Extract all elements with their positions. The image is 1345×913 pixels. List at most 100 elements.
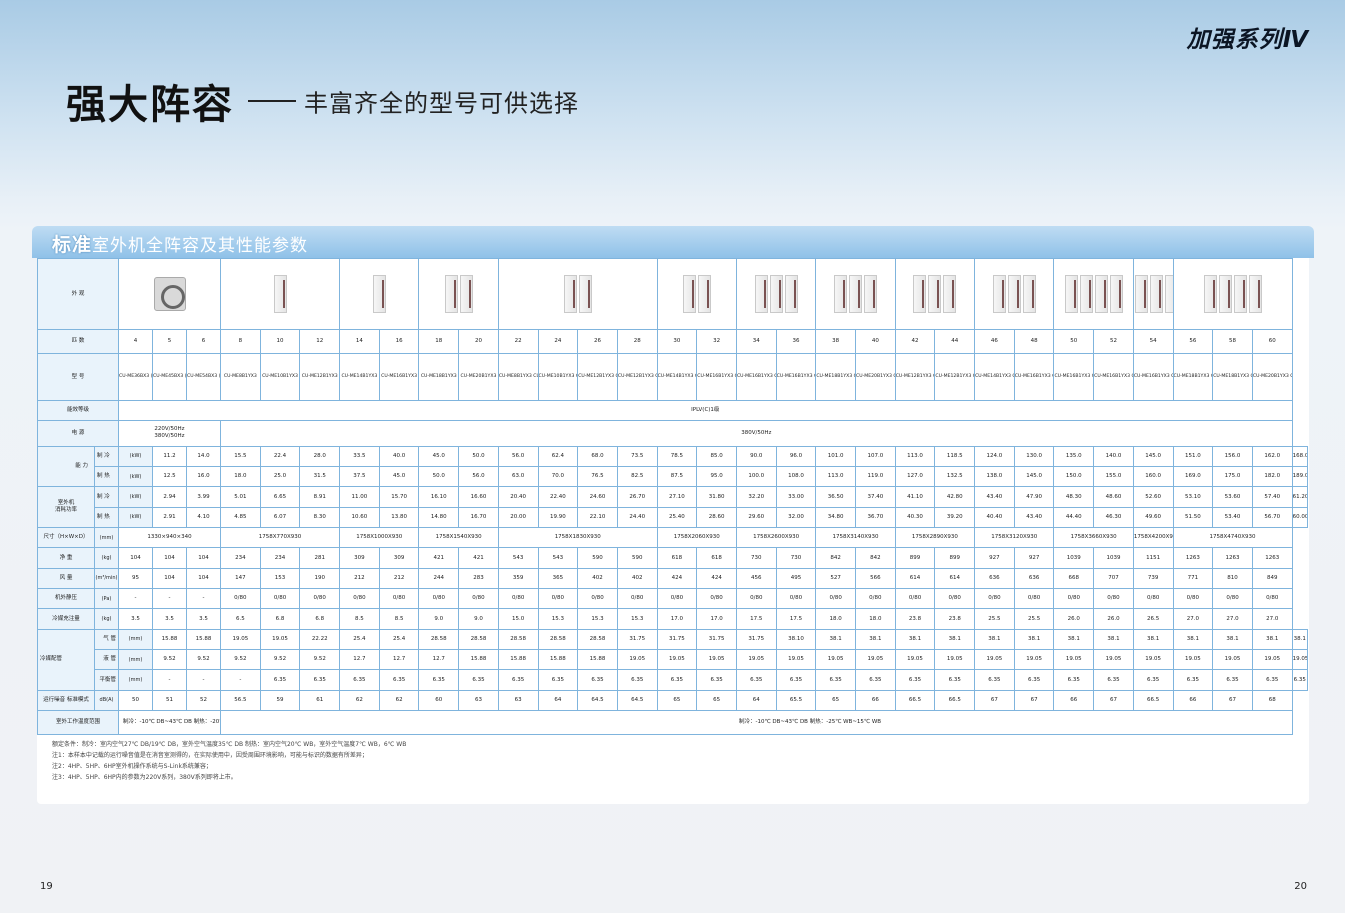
value-cell: 0/80 [339,588,380,610]
value-cell: 73.5 [616,445,658,468]
value-cell: 44.40 [1053,506,1095,529]
value-cell: 95 [118,567,153,590]
value-cell: 58 [1212,329,1253,354]
value-cell: 31.75 [656,628,698,651]
page-title: 强大阵容 丰富齐全的型号可供选择 [66,72,579,130]
value-cell: 927 [974,547,1015,569]
value-cell: 14.80 [418,506,460,529]
value-cell: 67 [1013,689,1055,712]
value-cell: 28.0 [299,445,341,468]
value-cell: 53.10 [1172,486,1214,508]
value-cell: 421 [458,547,499,569]
model-cell: CU-ME20B1YX3 [458,352,499,402]
value-cell: 17.5 [775,608,817,630]
outdoor-unit-icon [1164,275,1173,314]
model-cell: CU-ME16B1YX3 CU-ME18B1YX3 [735,352,777,402]
value-cell: 65 [815,689,857,712]
value-cell: 28.58 [418,628,460,651]
value-cell: 19.05 [1013,649,1055,671]
value-cell: 17.0 [696,608,737,630]
value-cell: 6.35 [855,669,896,691]
value-cell: 15.3 [577,608,618,630]
value-cell: 15.88 [537,649,579,671]
value-cell: 9.0 [418,608,460,630]
series-logo: 加强系列Ⅳ [1186,27,1309,53]
value-cell: 6.35 [339,669,380,691]
value-cell: 65.5 [775,689,817,712]
value-cell: 15.70 [378,486,420,508]
value-cell: 4 [118,329,153,354]
value-cell: 15.88 [458,649,499,671]
label-heating: 制 热 [94,506,119,529]
value-cell: 19.05 [259,628,301,651]
value-cell: 5 [152,329,187,354]
value-cell: 68 [1251,689,1293,712]
value-cell: 6.35 [299,669,341,691]
value-cell: 49.60 [1132,506,1174,529]
value-cell: 16.70 [458,506,499,529]
value-cell: 8.5 [339,608,380,630]
value-cell: 38.1 [1093,628,1134,651]
value-cell: 3.5 [118,608,153,630]
value-cell: 1039 [1093,547,1134,569]
value-cell: 618 [696,547,737,569]
table-row: 室外工作温度范围制冷：-10℃ DB~43℃ DB 制热：-20℃ WB~15℃… [37,710,1308,735]
value-cell: 42.80 [934,486,976,508]
unit-pa: (Pa) [94,588,119,610]
value-cell: 66 [1053,689,1095,712]
table-row: 运行噪音 标准模式 dB(A) 50 51 52 56.5 59 61 62 62 60 63 63 64… [37,689,1308,712]
value-cell: 18.0 [815,608,857,630]
table-row: 制 热 (kW) 12.5 16.0 18.0 25.0 31.5 37.5 45.0 50.0 5… [38,465,1309,488]
value-cell: 3.5 [186,608,221,630]
value-cell: 19.05 [1093,649,1134,671]
value-cell: - [186,669,221,691]
value-cell: 19.05 [1172,649,1214,671]
value-cell: - [186,588,221,610]
model-cell: CU-ME16B1YX3 [378,352,420,402]
model-cell: CU-ME12B1YX3 CU-ME16B1YX3 [616,352,658,402]
value-cell: 50.0 [418,465,460,488]
value-cell: 62.4 [537,445,579,468]
title-dash [248,100,296,102]
model-cell: CU-ME12B1YX3 CU-ME16B1YX3 CU-ME16B1YX3 [934,352,976,402]
value-cell: 899 [894,547,936,569]
value-cell: 96.0 [775,445,817,468]
model-cell: CU-ME16B1YX3 CU-ME20B1YX3 [775,352,817,402]
value-cell: 495 [775,567,817,590]
outdoor-unit-icon [697,275,711,314]
value-cell: - [118,588,153,610]
outdoor-unit-icon [834,275,848,314]
value-cell: 0/80 [1093,588,1134,610]
value-cell: 0/80 [378,588,420,610]
value-cell: 53.60 [1212,486,1253,508]
title-main: 强大阵容 [66,82,234,128]
value-cell: 0/80 [1053,588,1095,610]
value-cell: 19.05 [815,649,857,671]
outdoor-unit-icon [1007,275,1021,314]
outdoor-unit-icon [563,275,577,314]
value-cell: 16 [378,329,420,354]
value-cell: 60 [1251,329,1293,354]
outdoor-unit-icon [754,275,768,314]
unit-mm: (mm) [94,527,119,549]
value-cell: 31.75 [616,628,658,651]
value-cell: 67 [974,689,1015,712]
label-liquid-pipe: 液 管 [94,649,119,671]
value-cell: 104 [152,567,187,590]
value-cell: 45.0 [378,465,420,488]
value-cell: 66 [855,689,896,712]
value-cell: 10 [259,329,301,354]
value-cell: 19.05 [1251,649,1293,671]
value-cell: 48.60 [1093,486,1134,508]
value-cell: 0/80 [458,588,499,610]
value-cell: 38.1 [1291,628,1309,651]
value-cell: 28.58 [577,628,618,651]
table-row: 冷媒配管气 管 (mm) 15.88 15.88 19.05 19.05 22.22 25.4… [37,628,1309,691]
value-cell: 2.91 [152,506,187,529]
value-cell: 38.10 [775,628,817,651]
table-row: 尺寸（H×W×D） (mm) 1330×940×340 1758X770X930 175… [37,527,1308,549]
value-cell: 3.99 [186,486,221,508]
dimension-cell: 1758X4740X930 [1172,527,1293,549]
value-cell: 189.0 [1291,465,1309,488]
value-cell: 50 [118,689,153,712]
